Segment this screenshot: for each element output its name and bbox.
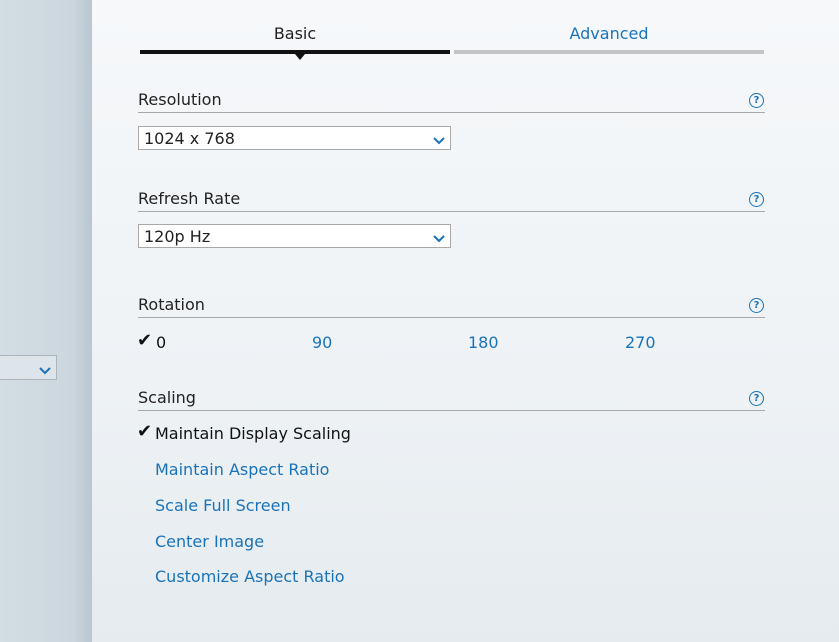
resolution-value: 1024 x 768 [144,129,235,148]
check-icon: ✔ [137,421,153,442]
scaling-option-maintain-display-scaling[interactable]: Maintain Display Scaling [155,424,351,443]
rotation-option-0[interactable]: 0 [156,333,166,352]
tab-basic[interactable]: Basic [140,24,450,46]
active-tab-arrow-icon [295,54,305,60]
rotation-option-270[interactable]: 270 [625,333,656,352]
background-panel [0,0,92,642]
check-icon: ✔ [137,330,153,351]
scaling-option-customize-aspect-ratio[interactable]: Customize Aspect Ratio [155,567,345,586]
refresh-rate-dropdown[interactable]: 120p Hz [138,224,451,248]
refresh-rate-value: 120p Hz [144,227,211,246]
scaling-option-maintain-aspect-ratio[interactable]: Maintain Aspect Ratio [155,460,329,479]
help-icon[interactable]: ? [749,192,764,207]
help-icon[interactable]: ? [749,298,764,313]
resolution-dropdown[interactable]: 1024 x 768 [138,126,451,150]
rotation-option-90[interactable]: 90 [312,333,332,352]
chevron-down-icon [432,131,446,150]
help-icon[interactable]: ? [749,391,764,406]
display-settings-panel: Basic Advanced Resolution ? 1024 x 768 R… [92,0,839,642]
resolution-header: Resolution ? [138,90,765,113]
background-dropdown[interactable] [0,355,57,380]
rotation-header: Rotation ? [138,295,765,318]
help-icon[interactable]: ? [749,93,764,108]
scaling-title: Scaling [138,388,196,407]
rotation-title: Rotation [138,295,205,314]
resolution-title: Resolution [138,90,222,109]
chevron-down-icon [38,361,52,380]
scaling-option-center-image[interactable]: Center Image [155,532,264,551]
scaling-header: Scaling ? [138,388,765,411]
tab-advanced-indicator [454,50,764,54]
refresh-rate-header: Refresh Rate ? [138,189,765,212]
scaling-option-scale-full-screen[interactable]: Scale Full Screen [155,496,291,515]
chevron-down-icon [432,229,446,248]
rotation-option-180[interactable]: 180 [468,333,499,352]
tab-advanced[interactable]: Advanced [454,24,764,46]
refresh-rate-title: Refresh Rate [138,189,241,208]
